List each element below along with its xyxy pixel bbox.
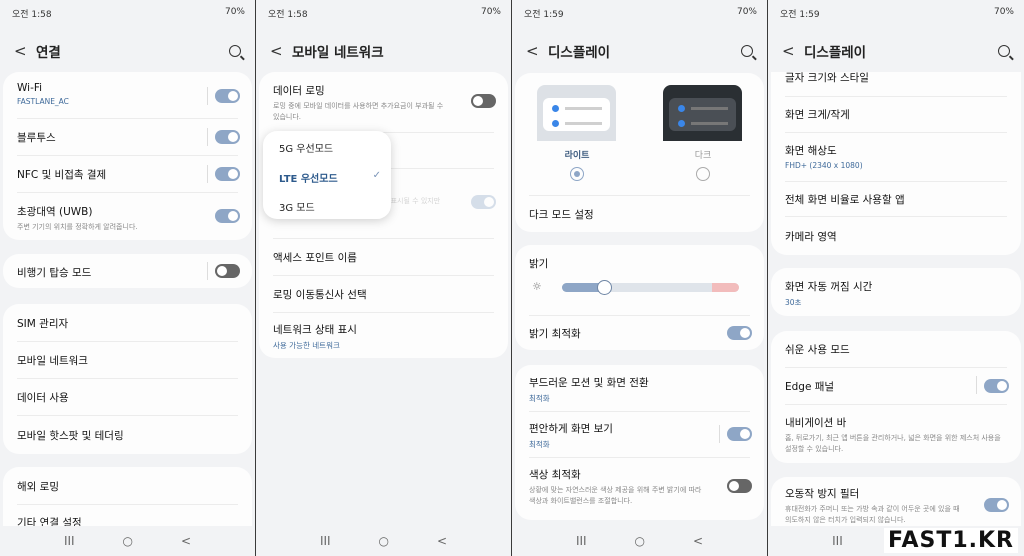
color-optimization-toggle[interactable] — [727, 479, 752, 493]
status-battery: 70% — [993, 7, 1014, 17]
connections-screen: 오전 1:58 70% < 연결 Wi-Fi FASTLANE_AC 블루투스 NFC… — [0, 0, 255, 556]
status-battery: 70% — [480, 7, 501, 17]
display-screen: 오전 1:59 70% < 디스플레이 라이트 다크 다크 모드 설정 밝기 ☼ 밝… — [512, 0, 767, 556]
light-label: 라이트 — [564, 151, 590, 161]
dark-label: 다크 — [694, 151, 712, 161]
option-lte[interactable]: LTE 우선모드 ✓ — [279, 170, 381, 185]
page-title: 모바일 네트워크 — [292, 45, 384, 61]
eye-comfort-item[interactable]: 편안하게 화면 보기 최적화 — [529, 421, 750, 450]
roaming-item[interactable]: 해외 로밍 — [17, 479, 238, 494]
sun-icon: ☼ — [532, 280, 542, 293]
home-button[interactable]: ○ — [635, 534, 645, 548]
back-button[interactable]: < — [181, 534, 191, 548]
status-battery: 70% — [224, 7, 245, 17]
recents-button[interactable]: III — [832, 534, 843, 548]
screen-timeout-item[interactable]: 화면 자동 꺼짐 시간 30초 — [785, 279, 1007, 308]
navigation-bar: III ○ < — [0, 526, 255, 556]
airplane-mode-item[interactable]: 비행기 탑승 모드 — [17, 265, 238, 280]
home-button[interactable]: ○ — [123, 534, 133, 548]
color-optimization-item[interactable]: 색상 최적화 상황에 맞는 자연스러운 색상 제공을 위해 주변 밝기에 따라 색… — [529, 467, 704, 507]
brightness-label: 밝기 — [529, 258, 549, 270]
hotspot-item[interactable]: 모바일 핫스팟 및 테더링 — [17, 428, 238, 443]
wifi-item[interactable]: Wi-Fi FASTLANE_AC — [17, 82, 238, 106]
status-time: 오전 1:59 — [780, 10, 820, 20]
status-battery: 70% — [736, 7, 757, 17]
back-icon[interactable]: < — [14, 42, 36, 60]
dark-theme-preview[interactable] — [663, 85, 742, 141]
dark-mode-settings-item[interactable]: 다크 모드 설정 — [529, 207, 750, 222]
resolution-item[interactable]: 화면 해상도 FHD+ (2340 x 1080) — [785, 143, 1007, 170]
adaptive-brightness-item[interactable]: 밝기 최적화 — [529, 326, 750, 341]
mobile-network-screen: 오전 1:58 70% < 모바일 네트워크 데이터 로밍 로밍 중에 모바일 데이터… — [256, 0, 511, 556]
edge-panels-item[interactable]: Edge 패널 — [785, 379, 1007, 394]
back-icon[interactable]: < — [526, 42, 548, 60]
check-icon: ✓ — [372, 170, 381, 181]
data-usage-item[interactable]: 데이터 사용 — [17, 390, 238, 405]
recents-button[interactable]: III — [64, 534, 75, 548]
back-icon[interactable]: < — [270, 42, 292, 60]
font-size-item[interactable]: 글자 크기와 스타일 — [785, 70, 1007, 85]
status-time: 오전 1:59 — [524, 10, 564, 20]
navigation-bar: III ○ < — [512, 526, 767, 556]
search-icon[interactable] — [998, 45, 1010, 57]
network-mode-popup: 5G 우선모드 LTE 우선모드 ✓ 3G 모드 — [263, 131, 391, 219]
network-status-item[interactable]: 네트워크 상태 표시 사용 가능한 네트워크 — [273, 322, 494, 351]
back-icon[interactable]: < — [782, 42, 804, 60]
screen-zoom-item[interactable]: 화면 크게/작게 — [785, 107, 1007, 122]
light-radio[interactable] — [570, 167, 584, 181]
edge-panels-toggle[interactable] — [984, 379, 1009, 393]
option-5g[interactable]: 5G 우선모드 — [279, 140, 333, 155]
dark-radio[interactable] — [696, 167, 710, 181]
page-title: 디스플레이 — [804, 45, 867, 61]
search-icon[interactable] — [741, 45, 753, 57]
easy-mode-item[interactable]: 쉬운 사용 모드 — [785, 342, 1007, 357]
light-theme-preview[interactable] — [537, 85, 616, 141]
roaming-carrier-item[interactable]: 로밍 이동통신사 선택 — [273, 287, 494, 302]
5g-toggle — [471, 195, 496, 209]
back-button[interactable]: < — [437, 534, 447, 548]
status-time: 오전 1:58 — [268, 10, 308, 20]
motion-smoothness-item[interactable]: 부드러운 모션 및 화면 전환 최적화 — [529, 375, 750, 404]
nfc-toggle[interactable] — [215, 167, 240, 181]
page-title: 디스플레이 — [548, 45, 611, 61]
data-roaming-item[interactable]: 데이터 로밍 로밍 중에 모바일 데이터를 사용하면 추가요금이 부과될 수 있습… — [273, 83, 448, 123]
display-screen-scrolled: 오전 1:59 70% 글자 크기와 스타일 화면 크게/작게 화면 해상도 FHD… — [768, 0, 1024, 556]
sim-manager-item[interactable]: SIM 관리자 — [17, 316, 238, 331]
brightness-slider[interactable] — [562, 283, 739, 292]
mobile-network-item[interactable]: 모바일 네트워크 — [17, 353, 238, 368]
accidental-touch-toggle[interactable] — [984, 498, 1009, 512]
nfc-item[interactable]: NFC 및 비접촉 결제 — [17, 167, 238, 182]
eye-comfort-toggle[interactable] — [727, 427, 752, 441]
option-3g[interactable]: 3G 모드 — [279, 199, 315, 214]
bluetooth-toggle[interactable] — [215, 130, 240, 144]
accidental-touch-item[interactable]: 오동작 방지 필터 휴대전화가 주머니 또는 가방 속과 같이 어두운 곳에 있을… — [785, 486, 961, 526]
watermark-logo: FAST1.KR — [883, 528, 1018, 553]
data-roaming-toggle[interactable] — [471, 94, 496, 108]
home-button[interactable]: ○ — [379, 534, 389, 548]
adaptive-brightness-toggle[interactable] — [727, 326, 752, 340]
brightness-thumb[interactable] — [597, 280, 613, 295]
camera-cutout-item[interactable]: 카메라 영역 — [785, 229, 1007, 244]
bluetooth-item[interactable]: 블루투스 — [17, 130, 238, 145]
uwb-item[interactable]: 초광대역 (UWB) 주변 기기의 위치를 정확하게 알려줍니다. — [17, 204, 238, 233]
uwb-toggle[interactable] — [215, 209, 240, 223]
full-screen-apps-item[interactable]: 전체 화면 비율로 사용할 앱 — [785, 192, 1007, 207]
recents-button[interactable]: III — [320, 534, 331, 548]
navigation-bar: III ○ < — [256, 526, 511, 556]
back-button[interactable]: < — [693, 534, 703, 548]
status-time: 오전 1:58 — [12, 10, 52, 20]
navigation-bar-item[interactable]: 내비게이션 바 홈, 뒤로가기, 최근 앱 버튼을 관리하거나, 넓은 화면을 위… — [785, 415, 1007, 455]
apn-item[interactable]: 액세스 포인트 이름 — [273, 250, 494, 265]
airplane-toggle[interactable] — [215, 264, 240, 278]
recents-button[interactable]: III — [576, 534, 587, 548]
wifi-toggle[interactable] — [215, 89, 240, 103]
search-icon[interactable] — [229, 45, 241, 57]
page-title: 연결 — [36, 45, 61, 61]
